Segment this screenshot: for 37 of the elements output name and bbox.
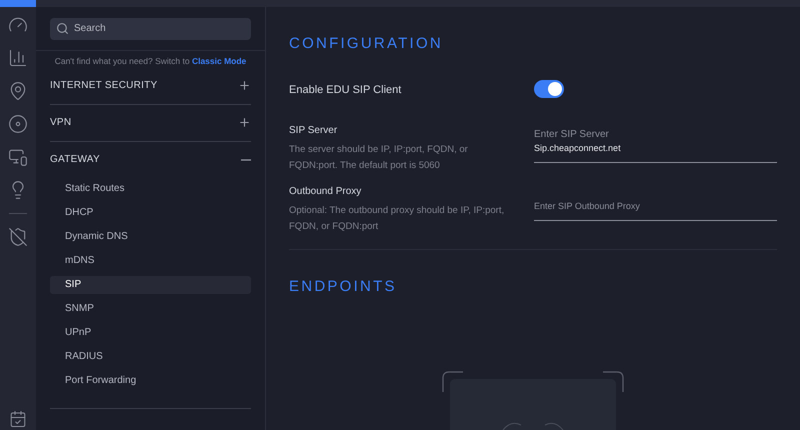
map-pin-icon[interactable] xyxy=(8,81,28,101)
menu-item[interactable]: SNMP xyxy=(50,300,251,318)
search-field[interactable]: Search xyxy=(50,18,251,40)
setting-label: Enable EDU SIP Client xyxy=(289,82,402,98)
shield-off-icon[interactable] xyxy=(8,227,28,247)
devices-icon[interactable] xyxy=(8,147,28,167)
setting-description: Optional: The outbound proxy should be IP, IP:port, FQDN, or FQDN:port xyxy=(289,204,506,234)
search-icon xyxy=(56,22,69,35)
section-title: CONFIGURATION xyxy=(289,34,444,54)
disc-icon[interactable] xyxy=(8,114,28,134)
setting-label: SIP Server xyxy=(289,124,338,138)
menu-item[interactable]: Dynamic DNS xyxy=(50,228,251,246)
menu-item[interactable]: DHCP xyxy=(50,204,251,222)
calendar-icon[interactable] xyxy=(9,410,27,428)
active-indicator xyxy=(0,0,36,7)
field-label: Enter SIP Server xyxy=(534,128,610,142)
input-field[interactable]: Sip.cheapconnect.net xyxy=(534,142,777,163)
menu-item[interactable]: Static Routes xyxy=(50,180,251,198)
expand-icon xyxy=(238,116,251,130)
menu-item[interactable]: UPnP xyxy=(50,324,251,342)
menu-item[interactable]: SIP xyxy=(50,276,251,294)
menu-item[interactable]: RADIUS xyxy=(50,348,251,366)
menu-item[interactable]: Port Forwarding xyxy=(50,372,251,390)
section-header[interactable]: INTERNET SECURITY xyxy=(50,68,251,104)
bar-chart-icon[interactable] xyxy=(8,48,28,68)
menu-item[interactable]: mDNS xyxy=(50,252,251,270)
input-field[interactable]: Enter SIP Outbound Proxy xyxy=(534,200,777,221)
classic-mode-link[interactable]: Classic Mode xyxy=(192,56,246,66)
expand-icon xyxy=(238,79,251,92)
section-header[interactable]: VPN xyxy=(50,104,251,141)
hint-text: Can't find what you need? Switch to Classic Mode xyxy=(54,55,248,68)
collapse-icon xyxy=(241,158,251,161)
setting-description: The server should be IP, IP:port, FQDN, or FQDN:port. The default port is 5060 xyxy=(289,143,469,174)
section-title: ENDPOINTS xyxy=(289,276,398,296)
toggle-switch[interactable] xyxy=(534,80,564,98)
section-header[interactable]: GATEWAY xyxy=(50,142,251,178)
setting-label: Outbound Proxy xyxy=(289,185,362,200)
